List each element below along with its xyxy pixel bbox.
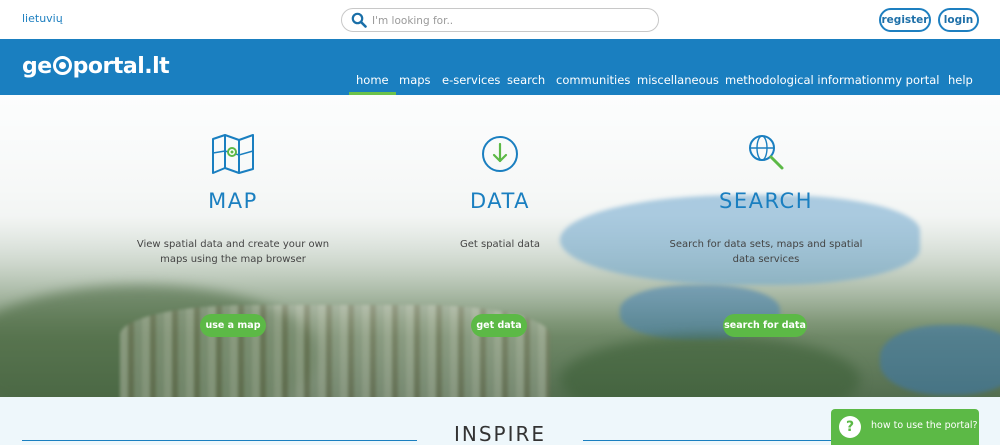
help-widget-label: how to use the portal? bbox=[871, 420, 978, 431]
hero-section: MAP View spatial data and create your ow… bbox=[0, 95, 1000, 397]
map-icon[interactable] bbox=[210, 131, 256, 177]
main-navigation: home maps e-services search communities … bbox=[0, 73, 1000, 95]
nav-item-help[interactable]: help bbox=[948, 73, 973, 87]
search-title: SEARCH bbox=[719, 189, 813, 213]
inspire-title: INSPIRE bbox=[453, 422, 547, 445]
top-bar: lietuvių register login bbox=[0, 0, 1000, 39]
globe-search-icon[interactable] bbox=[743, 131, 789, 177]
map-title: MAP bbox=[208, 189, 258, 213]
search-input[interactable] bbox=[372, 12, 642, 29]
download-icon[interactable] bbox=[477, 131, 523, 177]
hero-background-lake bbox=[880, 325, 1000, 395]
nav-item-e-services[interactable]: e-services bbox=[442, 73, 500, 87]
register-button[interactable]: register bbox=[879, 8, 931, 32]
use-a-map-button[interactable]: use a map bbox=[200, 314, 266, 337]
search-icon[interactable] bbox=[351, 12, 367, 28]
help-widget-button[interactable]: ? how to use the portal? bbox=[831, 409, 979, 445]
nav-item-my-portal[interactable]: my portal bbox=[884, 73, 939, 87]
data-title: DATA bbox=[469, 189, 531, 213]
login-button[interactable]: login bbox=[938, 8, 979, 32]
language-switch-link[interactable]: lietuvių bbox=[22, 12, 63, 25]
question-icon: ? bbox=[839, 416, 861, 438]
nav-item-methodological-information[interactable]: methodological information bbox=[725, 73, 884, 87]
data-description: Get spatial data bbox=[460, 239, 540, 250]
get-data-button[interactable]: get data bbox=[471, 314, 527, 337]
nav-item-home[interactable]: home bbox=[349, 73, 396, 95]
hero-background-forest bbox=[560, 335, 860, 397]
search-description: Search for data sets, maps and spatial d… bbox=[669, 239, 863, 265]
nav-item-maps[interactable]: maps bbox=[399, 73, 431, 87]
divider-line bbox=[22, 440, 417, 441]
search-for-data-button[interactable]: search for data bbox=[723, 314, 807, 337]
main-header: ge portal.lt home maps e-services search … bbox=[0, 39, 1000, 95]
search-box[interactable] bbox=[341, 8, 659, 32]
nav-item-search[interactable]: search bbox=[507, 73, 545, 87]
nav-item-communities[interactable]: communities bbox=[556, 73, 630, 87]
map-description: View spatial data and create your own ma… bbox=[136, 239, 330, 265]
nav-item-miscellaneous[interactable]: miscellaneous bbox=[637, 73, 719, 87]
